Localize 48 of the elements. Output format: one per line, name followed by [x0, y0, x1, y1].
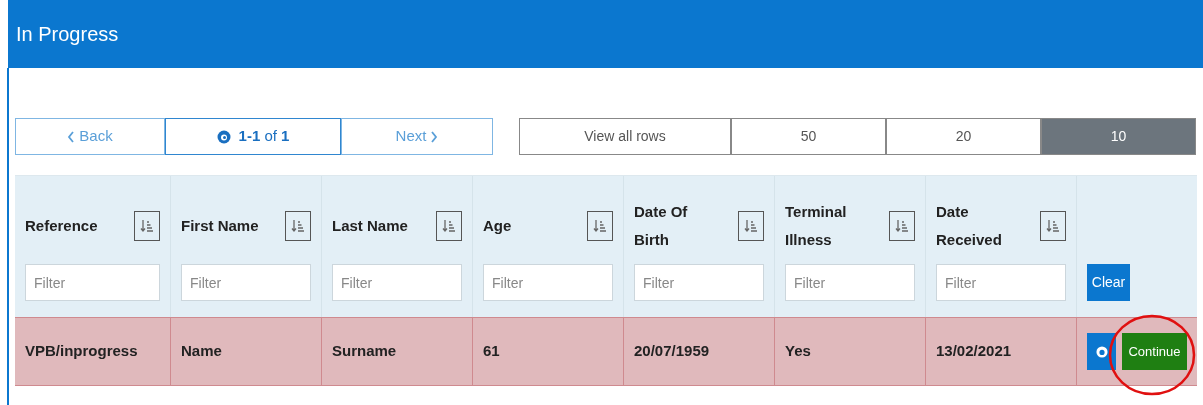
sort-icon: [291, 219, 305, 233]
sort-icon: [895, 219, 909, 233]
page-title: In Progress: [16, 22, 119, 47]
sort-button[interactable]: [1040, 211, 1066, 241]
sort-button[interactable]: [134, 211, 160, 241]
back-button[interactable]: Back: [15, 118, 165, 155]
page-size-option[interactable]: 10: [1041, 118, 1196, 155]
column-header: Age: [483, 216, 513, 236]
table-cell: VPB/inprogress: [15, 318, 171, 385]
page-size-option[interactable]: View all rows: [519, 118, 731, 155]
chevron-left-icon: [67, 130, 76, 143]
column-header: Terminal Illness: [785, 202, 848, 250]
filter-field[interactable]: Filter: [483, 264, 613, 301]
page-range: 1-1 of 1: [165, 118, 341, 155]
page-size-option[interactable]: 50: [731, 118, 886, 155]
sort-icon: [140, 219, 154, 233]
column-header: Last Name: [332, 216, 409, 236]
filter-field[interactable]: Filter: [181, 264, 311, 301]
table-cell: Surname: [322, 318, 473, 385]
chevron-right-icon: [430, 130, 439, 143]
table-cell: Yes: [775, 318, 926, 385]
sort-button[interactable]: [738, 211, 764, 241]
filter-field[interactable]: Filter: [25, 264, 160, 301]
sort-icon: [442, 219, 456, 233]
table-cell: 61: [473, 318, 624, 385]
table-cell: 13/02/2021: [926, 318, 1077, 385]
clear-button[interactable]: Clear: [1087, 264, 1130, 301]
table-cell: Name: [171, 318, 322, 385]
sort-button[interactable]: [587, 211, 613, 241]
sort-icon: [593, 219, 607, 233]
column-header: Reference: [25, 216, 99, 236]
filter-field[interactable]: Filter: [785, 264, 915, 301]
continue-button[interactable]: Continue: [1122, 333, 1187, 370]
sort-icon: [744, 219, 758, 233]
column-header: First Name: [181, 216, 260, 236]
filter-field[interactable]: Filter: [634, 264, 764, 301]
sort-button[interactable]: [889, 211, 915, 241]
sort-button[interactable]: [436, 211, 462, 241]
table-cell: 20/07/1959: [624, 318, 775, 385]
column-header: Date Of Birth: [634, 202, 689, 250]
filter-field[interactable]: Filter: [936, 264, 1066, 301]
sort-button[interactable]: [285, 211, 311, 241]
view-button[interactable]: [1087, 333, 1116, 370]
sort-icon: [1046, 219, 1060, 233]
next-button[interactable]: Next: [341, 118, 493, 155]
filter-field[interactable]: Filter: [332, 264, 462, 301]
column-header: Date Received: [936, 202, 1003, 250]
page-size-option[interactable]: 20: [886, 118, 1041, 155]
